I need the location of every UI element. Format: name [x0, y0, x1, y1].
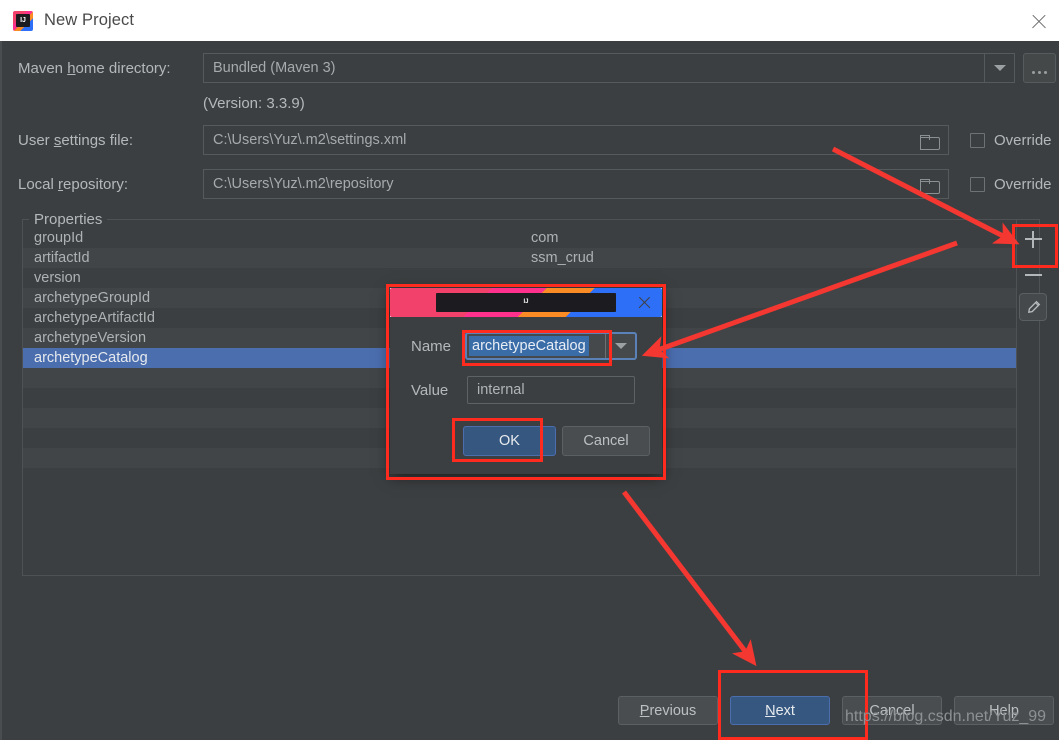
- intellij-idea-icon: IJ: [390, 288, 662, 317]
- local-repository-input[interactable]: C:\Users\Yuz\.m2\repository: [203, 169, 949, 199]
- chevron-down-icon[interactable]: [605, 334, 635, 358]
- new-project-window: IJ New Project Maven home directory: Bun…: [0, 0, 1059, 740]
- name-label: Name: [411, 338, 452, 355]
- user-settings-override-checkbox[interactable]: Override: [970, 132, 1052, 149]
- folder-icon[interactable]: [911, 127, 947, 155]
- name-value: archetypeCatalog: [469, 336, 589, 356]
- property-key: artifactId: [34, 250, 90, 266]
- table-row[interactable]: artifactId ssm_crud: [23, 248, 1016, 268]
- intellij-idea-icon: IJ: [13, 10, 33, 31]
- edit-maven-property-dialog: IJ Edit Maven Property Name archetypeCat…: [390, 288, 662, 474]
- pencil-icon: [1027, 300, 1040, 313]
- edit-property-button[interactable]: [1019, 293, 1047, 321]
- property-value: com: [531, 230, 559, 246]
- user-settings-override-label: Override: [994, 132, 1052, 149]
- table-row[interactable]: version: [23, 268, 1016, 288]
- chevron-down-icon[interactable]: [984, 54, 1014, 82]
- local-repository-label: Local repository:: [18, 176, 129, 193]
- dialog-titlebar: IJ Edit Maven Property: [390, 288, 662, 317]
- maven-home-directory-combo[interactable]: Bundled (Maven 3): [203, 53, 1015, 83]
- property-key: version: [34, 270, 81, 286]
- folder-icon[interactable]: [911, 171, 947, 199]
- plus-icon: [1024, 230, 1042, 248]
- window-titlebar: IJ New Project: [0, 0, 1059, 41]
- name-combo[interactable]: archetypeCatalog: [465, 332, 637, 360]
- maven-home-directory-value: Bundled (Maven 3): [213, 60, 336, 76]
- table-row[interactable]: groupId com: [23, 228, 1016, 248]
- user-settings-file-label: User settings file:: [18, 132, 134, 149]
- maven-version-note: (Version: 3.3.9): [203, 95, 305, 112]
- dialog-cancel-button[interactable]: Cancel: [562, 426, 650, 456]
- maven-home-browse-button[interactable]: [1023, 53, 1056, 83]
- remove-property-button[interactable]: [1016, 258, 1050, 292]
- watermark-text: https://blog.csdn.net/Yuz_99: [845, 708, 1047, 725]
- value-input[interactable]: internal: [467, 376, 635, 404]
- properties-group-title: Properties: [29, 211, 108, 228]
- property-value: ssm_crud: [531, 250, 594, 266]
- add-property-button[interactable]: [1016, 222, 1050, 256]
- dialog-ok-button[interactable]: OK: [463, 426, 556, 456]
- maven-home-directory-label: Maven home directory:: [18, 60, 171, 77]
- close-icon[interactable]: [637, 295, 652, 310]
- value-input-text: internal: [477, 382, 525, 398]
- next-button[interactable]: Next: [730, 696, 830, 725]
- user-settings-file-value: C:\Users\Yuz\.m2\settings.xml: [213, 132, 407, 148]
- window-title: New Project: [44, 11, 135, 29]
- value-label: Value: [411, 382, 449, 399]
- local-repository-override-checkbox[interactable]: Override: [970, 176, 1052, 193]
- checkbox-box[interactable]: [970, 133, 985, 148]
- checkbox-box[interactable]: [970, 177, 985, 192]
- local-repository-value: C:\Users\Yuz\.m2\repository: [213, 176, 394, 192]
- close-icon[interactable]: [1028, 10, 1050, 32]
- user-settings-file-input[interactable]: C:\Users\Yuz\.m2\settings.xml: [203, 125, 949, 155]
- property-key: groupId: [34, 230, 84, 246]
- minus-icon: [1024, 267, 1042, 284]
- local-repository-override-label: Override: [994, 176, 1052, 193]
- previous-button[interactable]: Previous: [618, 696, 718, 725]
